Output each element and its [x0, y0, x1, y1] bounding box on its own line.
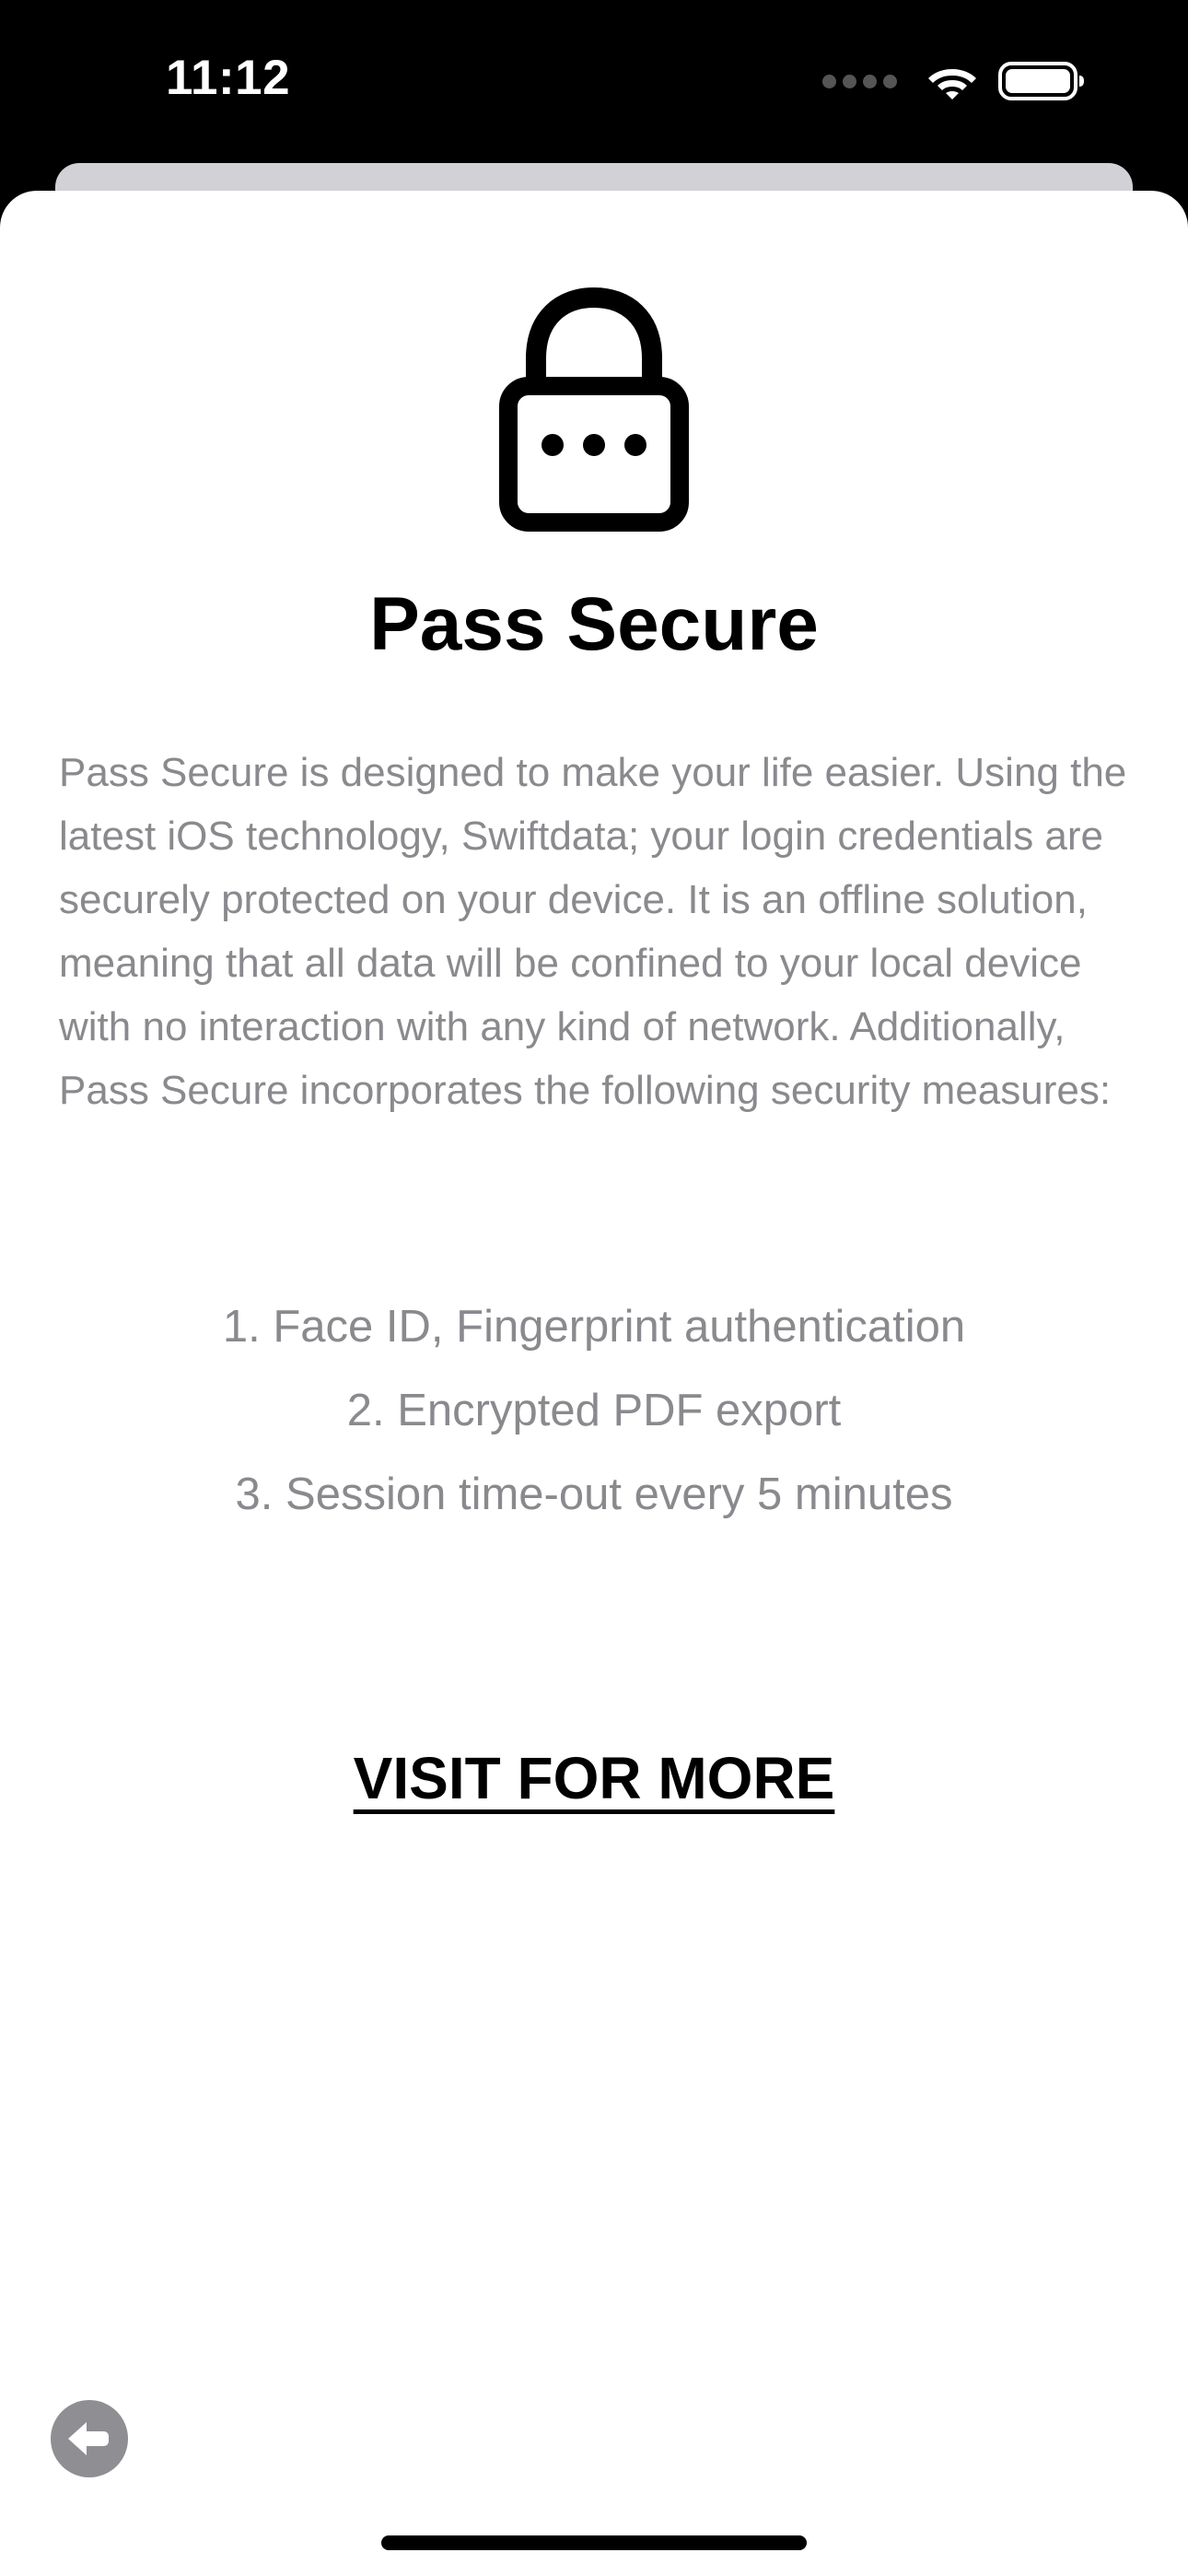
visit-for-more-link[interactable]: VISIT FOR MORE: [0, 1737, 1188, 1820]
status-bar: 11:12: [0, 0, 1188, 162]
status-icons: [822, 57, 1085, 105]
cellular-signal-icon: [822, 74, 897, 88]
list-item: 2. Encrypted PDF export: [346, 1386, 842, 1435]
home-indicator[interactable]: [381, 2535, 807, 2550]
wifi-icon: [928, 69, 976, 100]
status-time: 11:12: [166, 51, 291, 105]
battery-icon: [998, 62, 1084, 100]
screen: 11:12 Pass Secure Pass Secure is designe…: [0, 0, 1188, 2576]
list-item: 3. Session time-out every 5 minutes: [235, 1469, 953, 1519]
page-title: Pass Secure: [369, 582, 819, 666]
list-item: 1. Face ID, Fingerprint authentication: [222, 1302, 966, 1352]
feature-list: 1. Face ID, Fingerprint authentication 2…: [0, 1285, 1188, 1537]
back-button[interactable]: [51, 2400, 128, 2477]
description-text: Pass Secure is designed to make your lif…: [59, 750, 1127, 1113]
back-arrow-icon: [68, 2422, 109, 2455]
lock-ellipsis-icon: [499, 287, 689, 532]
